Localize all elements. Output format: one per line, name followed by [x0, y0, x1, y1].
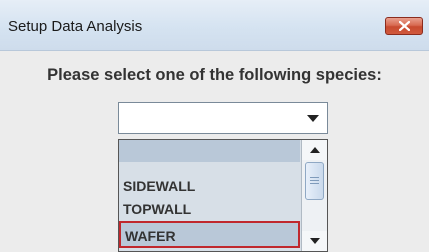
species-option-wafer[interactable]: WAFER [119, 221, 300, 248]
species-option-empty[interactable] [119, 140, 300, 162]
species-options: SIDEWALL TOPWALL WAFER [119, 140, 300, 251]
dropdown-arrow-button[interactable] [299, 103, 327, 133]
title-bar[interactable]: Setup Data Analysis [0, 0, 429, 51]
list-scrollbar[interactable] [301, 140, 327, 251]
thumb-grip-line [310, 180, 319, 181]
chevron-down-icon [307, 115, 319, 122]
close-button[interactable] [385, 17, 423, 35]
scroll-down-button[interactable] [302, 231, 327, 251]
scroll-up-icon [310, 147, 320, 153]
thumb-grip-line [310, 177, 319, 178]
species-dropdown-list: SIDEWALL TOPWALL WAFER [118, 139, 328, 252]
dialog-body: Please select one of the following speci… [0, 51, 429, 252]
window-title: Setup Data Analysis [8, 18, 143, 35]
setup-data-analysis-dialog: Setup Data Analysis Please select one of… [0, 0, 429, 252]
scrollbar-thumb[interactable] [305, 162, 324, 200]
scroll-up-button[interactable] [302, 140, 327, 160]
scroll-down-icon [310, 238, 320, 244]
species-option-topwall[interactable]: TOPWALL [119, 198, 300, 220]
close-icon [399, 21, 410, 31]
species-option-sidewall[interactable]: SIDEWALL [119, 175, 300, 197]
species-prompt: Please select one of the following speci… [47, 66, 382, 84]
thumb-grip-line [310, 183, 319, 184]
species-dropdown[interactable] [118, 102, 328, 134]
